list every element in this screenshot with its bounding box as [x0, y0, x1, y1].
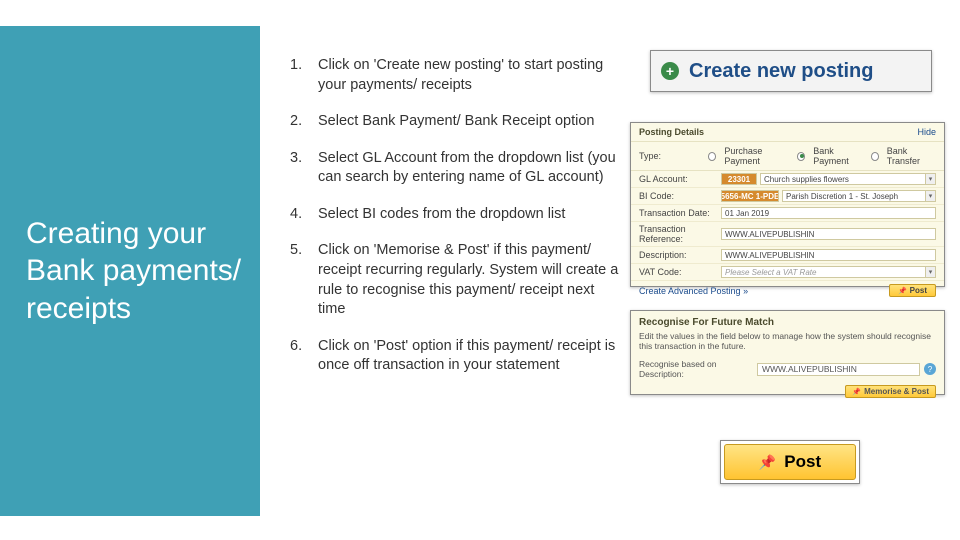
type-option: Bank Payment: [813, 146, 864, 166]
transaction-reference-label: Transaction Reference:: [639, 224, 721, 244]
list-item: 6. Click on 'Post' option if this paymen…: [290, 337, 620, 376]
step-number: 3.: [290, 149, 318, 188]
post-button-label: Post: [784, 452, 821, 472]
description-label: Description:: [639, 250, 721, 260]
list-item: 5. Click on 'Memorise & Post' if this pa…: [290, 241, 620, 319]
pin-icon: 📌: [898, 287, 907, 295]
title-sidebar: Creating your Bank payments/ receipts: [0, 26, 260, 516]
step-number: 1.: [290, 56, 318, 95]
help-icon[interactable]: ?: [924, 363, 936, 375]
posting-details-panel: Posting Details Hide Type: Purchase Paym…: [630, 122, 945, 287]
radio-bank-payment[interactable]: [797, 152, 805, 161]
list-item: 4. Select BI codes from the dropdown lis…: [290, 205, 620, 225]
bi-code-label: BI Code:: [639, 191, 721, 201]
bi-code-badge: 5656-MC 1-PDE: [721, 190, 779, 202]
chevron-down-icon[interactable]: ▾: [926, 190, 936, 202]
vat-code-label: VAT Code:: [639, 267, 721, 277]
pin-icon: 📌: [852, 388, 861, 396]
list-item: 2. Select Bank Payment/ Bank Receipt opt…: [290, 112, 620, 132]
step-text: Click on 'Memorise & Post' if this payme…: [318, 241, 620, 319]
memorise-and-post-button[interactable]: 📌Memorise & Post: [845, 385, 936, 398]
type-option: Bank Transfer: [887, 146, 936, 166]
transaction-reference-field[interactable]: WWW.ALIVEPUBLISHIN: [721, 228, 936, 240]
pin-icon: 📌: [759, 454, 776, 471]
type-option: Purchase Payment: [724, 146, 791, 166]
description-field[interactable]: WWW.ALIVEPUBLISHIN: [721, 249, 936, 261]
chevron-down-icon[interactable]: ▾: [926, 173, 936, 185]
step-text: Select Bank Payment/ Bank Receipt option: [318, 112, 620, 132]
list-item: 1. Click on 'Create new posting' to star…: [290, 56, 620, 95]
step-text: Click on 'Post' option if this payment/ …: [318, 337, 620, 376]
radio-purchase-payment[interactable]: [708, 152, 716, 161]
posting-details-header: Posting Details: [639, 127, 704, 137]
type-label: Type:: [639, 151, 702, 161]
plus-icon: +: [661, 62, 679, 80]
gl-account-field[interactable]: Church supplies flowers: [760, 173, 926, 185]
recognise-description-label: Recognise based on Description:: [639, 359, 753, 379]
radio-bank-transfer[interactable]: [871, 152, 879, 161]
step-text: Select GL Account from the dropdown list…: [318, 149, 620, 188]
bi-code-field[interactable]: Parish Discretion 1 - St. Joseph: [782, 190, 926, 202]
create-advanced-posting-link[interactable]: Create Advanced Posting »: [639, 286, 748, 296]
transaction-date-field[interactable]: 01 Jan 2019: [721, 207, 936, 219]
post-button[interactable]: 📌 Post: [724, 444, 856, 480]
step-text: Click on 'Create new posting' to start p…: [318, 56, 620, 95]
instruction-list: 1. Click on 'Create new posting' to star…: [290, 56, 620, 393]
gl-code-badge: 23301: [721, 173, 757, 185]
list-item: 3. Select GL Account from the dropdown l…: [290, 149, 620, 188]
step-number: 5.: [290, 241, 318, 319]
hide-link[interactable]: Hide: [917, 127, 936, 137]
create-new-posting-button[interactable]: Create new posting: [689, 60, 873, 83]
recognise-description-field[interactable]: WWW.ALIVEPUBLISHIN: [757, 363, 920, 376]
step-number: 6.: [290, 337, 318, 376]
transaction-date-label: Transaction Date:: [639, 208, 721, 218]
step-number: 2.: [290, 112, 318, 132]
post-button-small[interactable]: 📌Post: [889, 284, 936, 297]
post-button-panel: 📌 Post: [720, 440, 860, 484]
recognise-subtext: Edit the values in the field below to ma…: [639, 331, 936, 351]
create-new-posting-panel: + Create new posting: [650, 50, 932, 92]
step-text: Select BI codes from the dropdown list: [318, 205, 620, 225]
recognise-header: Recognise For Future Match: [639, 317, 936, 328]
page-title: Creating your Bank payments/ receipts: [26, 215, 244, 328]
recognise-future-match-panel: Recognise For Future Match Edit the valu…: [630, 310, 945, 395]
vat-code-field[interactable]: Please Select a VAT Rate: [721, 266, 926, 278]
step-number: 4.: [290, 205, 318, 225]
gl-account-label: GL Account:: [639, 174, 721, 184]
chevron-down-icon[interactable]: ▾: [926, 266, 936, 278]
